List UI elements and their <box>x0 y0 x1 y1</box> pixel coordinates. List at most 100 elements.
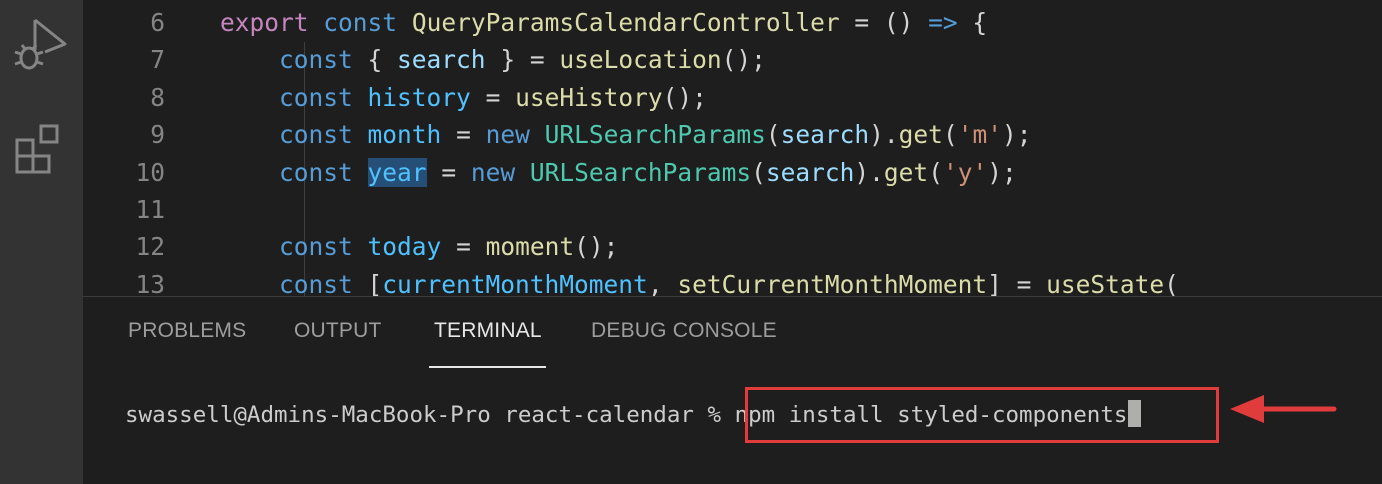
code-token: useState <box>1046 269 1165 296</box>
code-line[interactable]: 8 const history = useHistory(); <box>83 79 1382 116</box>
annotation-arrow-icon <box>1228 392 1340 431</box>
code-token: { <box>352 45 398 75</box>
code-token: const <box>279 232 353 262</box>
tab-debug-console[interactable]: DEBUG CONSOLE <box>591 319 777 359</box>
code-text: const year = new URLSearchParams(search)… <box>220 154 1017 191</box>
code-token: (); <box>574 232 619 262</box>
code-token: ). <box>869 120 899 150</box>
code-token: ( <box>928 157 943 187</box>
code-token: setCurrentMonthMoment <box>677 269 988 296</box>
line-number: 6 <box>150 8 165 37</box>
code-token: const <box>279 157 353 187</box>
code-token: = <box>470 82 516 112</box>
code-token: currentMonthMoment <box>382 269 648 296</box>
code-token: = <box>441 120 486 150</box>
code-token: new <box>485 120 530 150</box>
code-token: ( <box>765 120 781 150</box>
line-number: 12 <box>135 232 165 262</box>
code-token: 'y' <box>942 157 988 187</box>
code-token: => <box>928 8 958 37</box>
tab-output[interactable]: OUTPUT <box>294 319 382 359</box>
code-text: const month = new URLSearchParams(search… <box>220 116 1031 153</box>
code-token: const <box>323 8 398 37</box>
code-token: (); <box>662 82 707 112</box>
code-token: ); <box>987 157 1017 187</box>
line-number: 8 <box>150 82 165 112</box>
code-line[interactable]: 12 const today = moment(); <box>83 228 1382 265</box>
code-token: ( <box>942 120 958 150</box>
code-token: new <box>470 157 516 187</box>
line-number: 10 <box>135 157 165 187</box>
code-editor[interactable]: 6 export const QueryParamsCalendarControl… <box>83 0 1382 296</box>
annotation-highlight-box <box>745 387 1219 443</box>
code-line[interactable]: 11 <box>83 191 1382 228</box>
code-token: QueryParamsCalendarController <box>411 8 840 37</box>
code-token: } = <box>485 45 560 75</box>
code-line[interactable]: 6 export const QueryParamsCalendarControl… <box>83 4 1382 41</box>
code-token: search <box>397 45 486 75</box>
code-token: URLSearchParams <box>544 120 766 150</box>
code-text: const { search } = useLocation(); <box>220 41 766 78</box>
code-token: const <box>279 269 353 296</box>
code-token: { <box>957 8 988 37</box>
code-token: ( <box>751 157 766 187</box>
code-token: (); <box>721 45 766 75</box>
active-tab-indicator <box>429 366 546 368</box>
code-token: useHistory <box>515 82 663 112</box>
line-number: 13 <box>135 269 165 296</box>
tab-problems[interactable]: PROBLEMS <box>128 319 246 359</box>
activity-bar <box>0 0 83 484</box>
line-number: 11 <box>135 195 165 224</box>
code-token: ] = <box>987 269 1047 296</box>
code-token: = <box>441 232 486 262</box>
code-token: const <box>279 120 353 150</box>
code-token: history <box>367 82 471 112</box>
code-text: const history = useHistory(); <box>220 79 707 116</box>
line-number: 7 <box>150 45 165 75</box>
tab-terminal[interactable]: TERMINAL <box>434 319 542 359</box>
code-token: today <box>367 232 442 262</box>
code-line[interactable]: 13 const [currentMonthMoment, setCurrent… <box>83 266 1382 296</box>
extensions-icon[interactable] <box>0 118 83 180</box>
code-token: useLocation <box>559 45 722 75</box>
code-token: month <box>367 120 442 150</box>
code-token: get <box>883 157 929 187</box>
code-line[interactable]: 9 const month = new URLSearchParams(sear… <box>83 116 1382 153</box>
code-token: [ <box>352 269 383 296</box>
code-token: moment <box>485 232 575 262</box>
code-token: ). <box>854 157 884 187</box>
code-token: search <box>765 157 855 187</box>
code-token: 'm' <box>957 120 1002 150</box>
run-debug-icon[interactable] <box>0 14 83 76</box>
code-token: search <box>780 120 870 150</box>
code-token: ); <box>1001 120 1032 150</box>
code-token: , <box>647 269 678 296</box>
code-token: export <box>220 8 309 37</box>
code-token: const <box>279 45 353 75</box>
code-token: get <box>898 120 943 150</box>
code-line[interactable]: 7 const { search } = useLocation(); <box>83 41 1382 78</box>
terminal-prompt: swassell@Admins-MacBook-Pro react-calend… <box>125 402 735 428</box>
code-line[interactable]: 10 const year = new URLSearchParams(sear… <box>83 154 1382 191</box>
code-text: const [currentMonthMoment, setCurrentMon… <box>220 266 1179 296</box>
code-text: export const QueryParamsCalendarControll… <box>220 4 987 41</box>
code-token: const <box>279 82 353 112</box>
code-token: ( <box>1164 269 1179 296</box>
code-text: const today = moment(); <box>220 228 618 265</box>
code-token: = () <box>839 8 929 37</box>
line-number: 9 <box>150 120 165 150</box>
code-token: URLSearchParams <box>529 157 752 187</box>
